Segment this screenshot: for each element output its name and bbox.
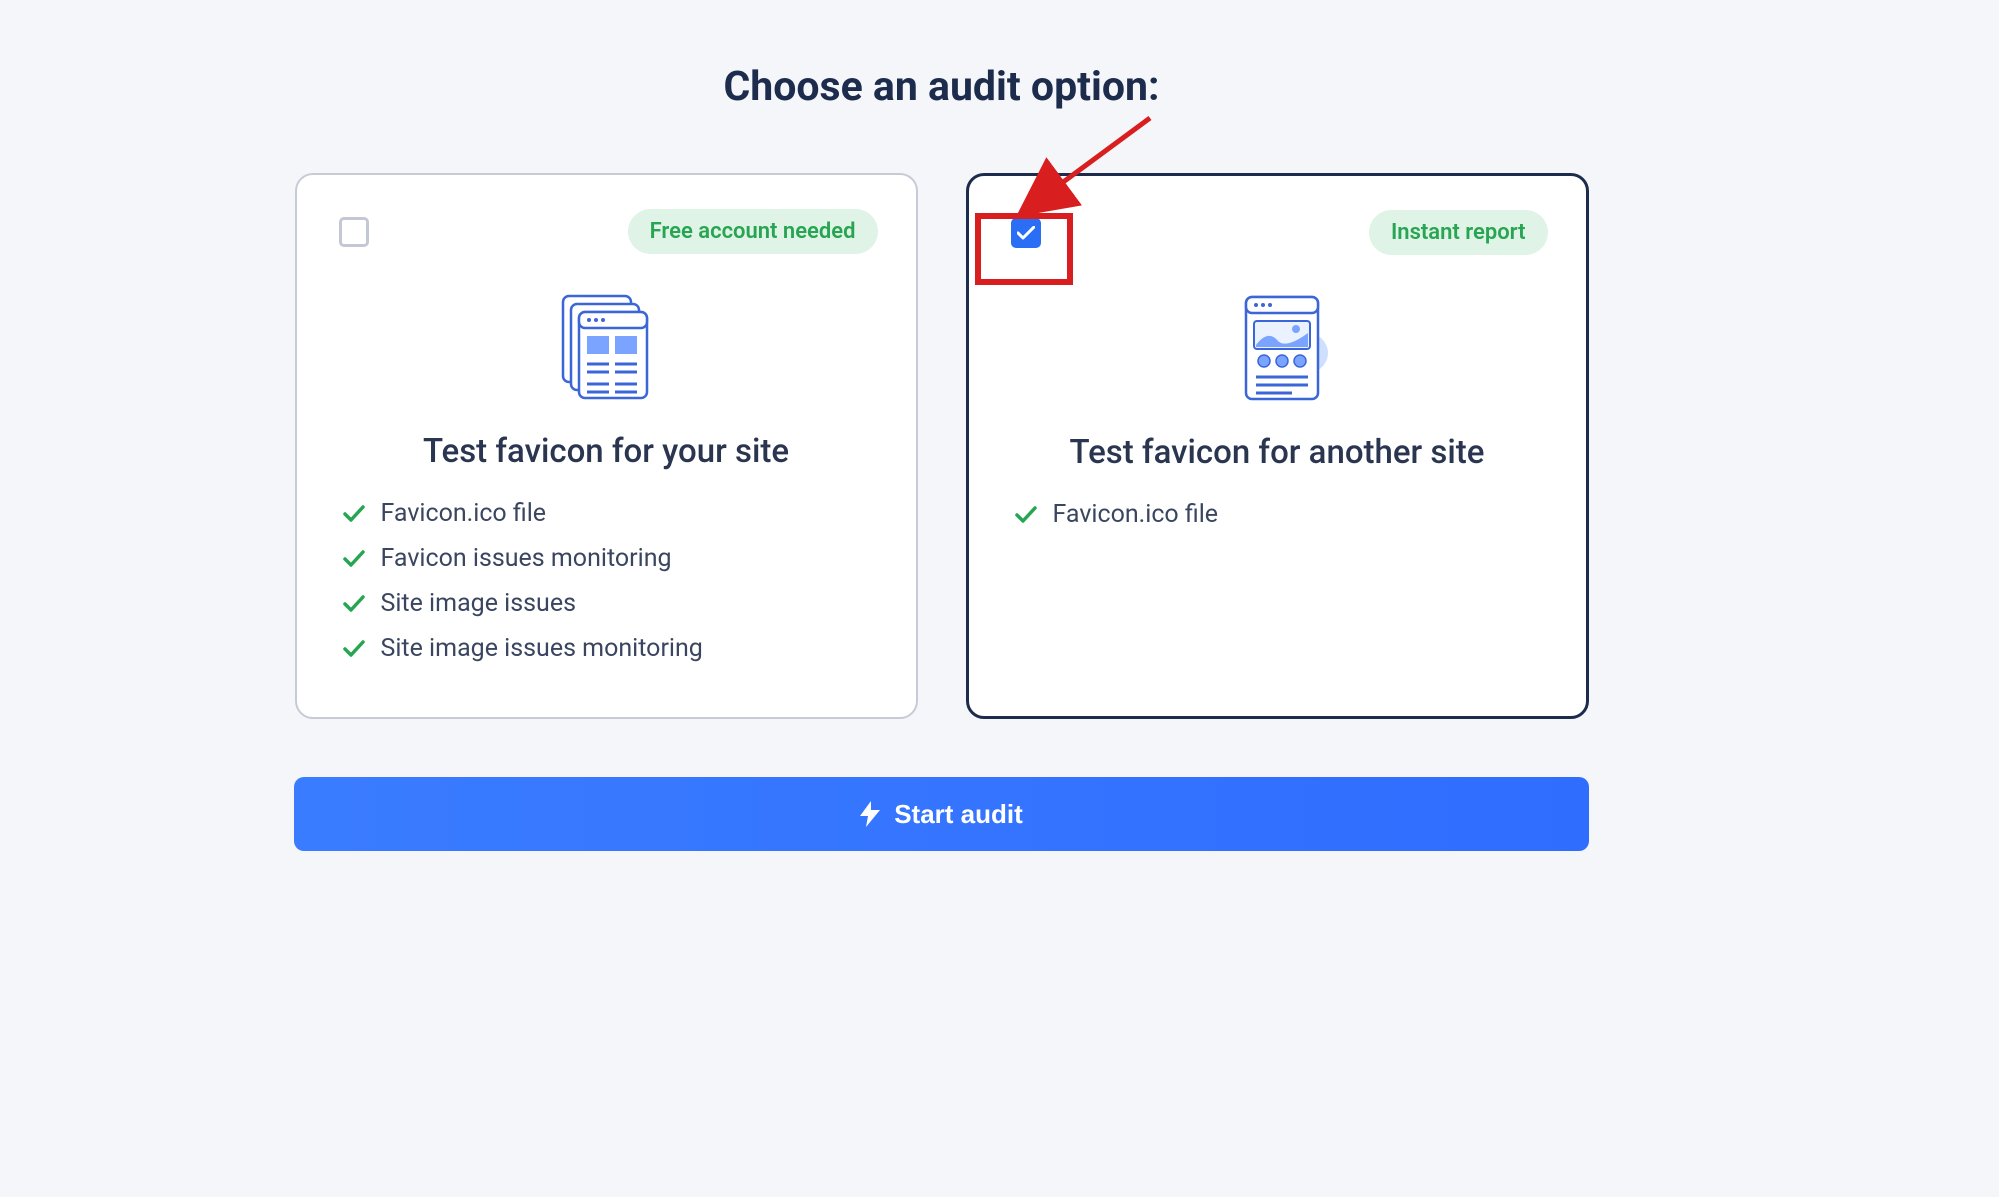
list-item: Site image issues (343, 589, 878, 618)
list-item: Favicon.ico file (1015, 500, 1548, 529)
check-icon (343, 505, 365, 523)
status-badge: Instant report (1369, 210, 1548, 255)
option-card-your-site[interactable]: Free account needed (295, 173, 918, 719)
option-cards: Free account needed (294, 173, 1589, 719)
feature-list: Favicon.ico file Favicon issues monitori… (335, 499, 878, 663)
feature-list: Favicon.ico file (1007, 500, 1548, 529)
single-page-icon (1007, 273, 1548, 423)
start-audit-button[interactable]: Start audit (294, 777, 1589, 851)
check-icon (343, 640, 365, 658)
check-icon (1015, 506, 1037, 524)
page-title: Choose an audit option: (294, 63, 1589, 111)
status-badge: Free account needed (628, 209, 878, 254)
list-item: Favicon.ico file (343, 499, 878, 528)
feature-text: Site image issues (381, 589, 576, 618)
audit-option-chooser: Choose an audit option: Free account nee… (294, 63, 1589, 851)
check-icon (343, 550, 365, 568)
feature-text: Favicon.ico file (1053, 500, 1219, 529)
card-header: Instant report (1007, 210, 1548, 255)
feature-text: Site image issues monitoring (381, 634, 703, 663)
start-audit-label: Start audit (894, 799, 1023, 830)
check-icon (343, 595, 365, 613)
card-title: Test favicon for your site (335, 432, 878, 471)
list-item: Favicon issues monitoring (343, 544, 878, 573)
feature-text: Favicon.ico file (381, 499, 547, 528)
feature-text: Favicon issues monitoring (381, 544, 672, 573)
option-checkbox[interactable] (339, 217, 369, 247)
stacked-pages-icon (335, 272, 878, 422)
option-card-another-site[interactable]: Instant report (966, 173, 1589, 719)
option-checkbox[interactable] (1011, 218, 1041, 248)
card-header: Free account needed (335, 209, 878, 254)
lightning-icon (860, 801, 880, 827)
card-title: Test favicon for another site (1007, 433, 1548, 472)
list-item: Site image issues monitoring (343, 634, 878, 663)
